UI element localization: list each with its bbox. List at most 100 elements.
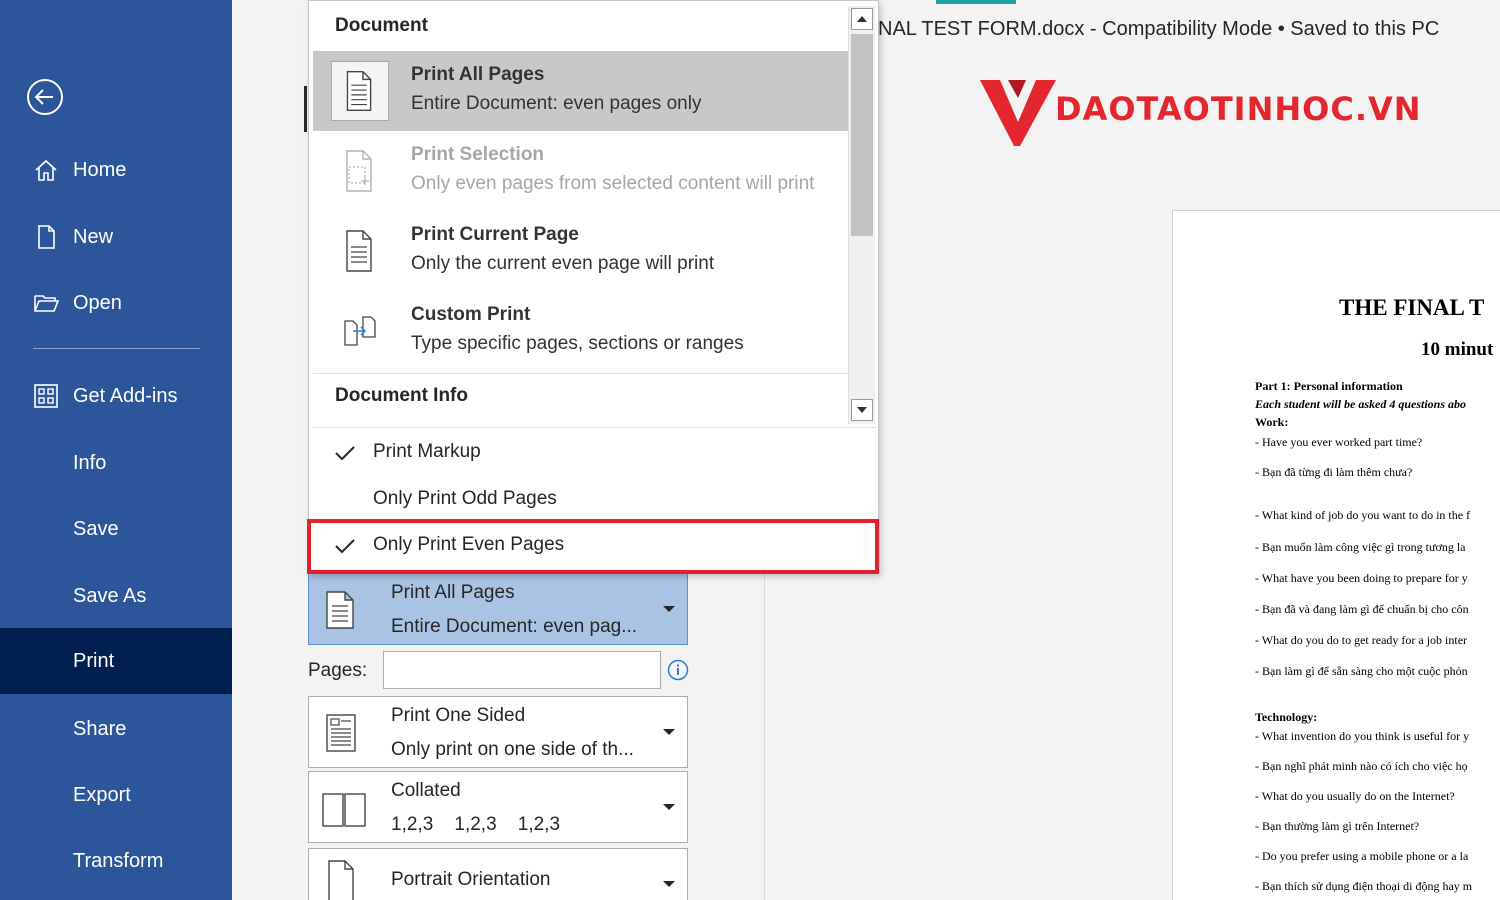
highlight-annotation-box (307, 519, 879, 574)
doc-line: - Bạn đã từng đi làm thêm chưa? (1255, 465, 1413, 479)
menu-item-print-current-page[interactable]: Print Current Page Only the current even… (313, 211, 848, 291)
backstage-sidebar: Home New Open Get Add-ins Info Save Save… (0, 0, 232, 900)
nav-save-as-label: Save As (73, 584, 147, 607)
menu-scrollbar[interactable] (848, 6, 875, 424)
doc-subtitle: 10 minut (1421, 339, 1494, 360)
title-accent-bar (936, 0, 1016, 4)
nav-get-add-ins-label: Get Add-ins (73, 384, 178, 407)
nav-home[interactable]: Home (0, 137, 232, 203)
menu-item-custom-print[interactable]: Custom Print Type specific pages, sectio… (313, 291, 848, 371)
chevron-down-icon (663, 606, 675, 612)
doc-line: Work: (1255, 415, 1289, 429)
nav-export-label: Export (73, 783, 131, 806)
print-pages-dropdown[interactable]: Print All Pages Entire Document: even pa… (308, 573, 688, 645)
menu-item-title: Print Current Page (411, 224, 579, 245)
nav-share[interactable]: Share (0, 696, 232, 762)
menu-header-document: Document (335, 15, 428, 36)
arrow-down-icon (857, 407, 867, 413)
window-title: NAL TEST FORM.docx - Compatibility Mode … (878, 18, 1440, 40)
chevron-down-icon (663, 729, 675, 735)
nav-info[interactable]: Info (0, 430, 232, 496)
nav-share-label: Share (73, 717, 127, 740)
scroll-down-button[interactable] (851, 399, 873, 421)
print-all-pages-icon (331, 61, 389, 121)
menu-item-title: Custom Print (411, 304, 531, 325)
nav-save-label: Save (73, 517, 119, 540)
menu-item-print-selection[interactable]: Print Selection Only even pages from sel… (313, 131, 848, 211)
menu-item-desc: Entire Document: even pages only (411, 93, 702, 114)
collate-title: Collated (391, 780, 461, 801)
checkmark-icon (335, 446, 355, 461)
nav-info-label: Info (73, 451, 107, 474)
menu-item-desc: Type specific pages, sections or ranges (411, 333, 744, 354)
arrow-up-icon (857, 16, 867, 22)
print-pages-desc: Entire Document: even pag... (391, 616, 638, 637)
custom-print-icon (344, 316, 376, 346)
print-selection-icon (346, 150, 372, 192)
nav-transform[interactable]: Transform (0, 828, 232, 894)
print-sides-title: Print One Sided (391, 705, 526, 726)
menu-item-print-markup[interactable]: Print Markup (313, 431, 876, 475)
chevron-down-icon (663, 804, 675, 810)
scroll-up-button[interactable] (851, 8, 873, 30)
doc-line: - Bạn thích sử dụng điện thoại di động h… (1255, 879, 1473, 893)
menu-item-title: Print Selection (411, 144, 545, 165)
nav-save-as[interactable]: Save As (0, 563, 232, 629)
check-item-label: Only Print Odd Pages (373, 488, 557, 509)
focus-indicator (304, 86, 307, 132)
nav-save[interactable]: Save (0, 496, 232, 562)
collated-icon (322, 793, 366, 827)
doc-line: Part 1: Personal information (1255, 379, 1403, 393)
menu-item-desc: Only even pages from selected content wi… (411, 173, 815, 194)
portrait-orientation-icon (328, 860, 354, 900)
nav-print[interactable]: Print (0, 628, 232, 694)
check-item-label: Print Markup (373, 441, 481, 462)
doc-line: - What invention do you think is useful … (1255, 729, 1470, 743)
orientation-title: Portrait Orientation (391, 869, 551, 890)
nav-new[interactable]: New (0, 204, 232, 270)
print-pages-title: Print All Pages (391, 582, 515, 603)
sidebar-divider (33, 348, 200, 349)
menu-item-only-print-odd-pages[interactable]: Only Print Odd Pages (313, 478, 876, 522)
back-arrow-icon[interactable] (26, 78, 64, 116)
print-all-pages-icon (326, 591, 354, 629)
menu-header-document-info: Document Info (335, 385, 468, 406)
scroll-thumb[interactable] (851, 34, 873, 236)
menu-divider (313, 427, 876, 428)
document-page-preview: THE FINAL T 10 minut Part 1: Personal in… (1172, 210, 1500, 900)
doc-line: Each student will be asked 4 questions a… (1255, 397, 1467, 411)
nav-transform-label: Transform (73, 849, 164, 872)
nav-new-label: New (73, 225, 114, 248)
print-sides-dropdown[interactable]: Print One Sided Only print on one side o… (308, 696, 688, 768)
nav-home-label: Home (73, 158, 127, 181)
nav-get-add-ins[interactable]: Get Add-ins (0, 363, 232, 429)
menu-item-desc: Only the current even page will print (411, 253, 715, 274)
menu-item-print-all-pages[interactable]: Print All Pages Entire Document: even pa… (313, 51, 848, 131)
orientation-dropdown[interactable]: Portrait Orientation (308, 848, 688, 900)
doc-line: - Bạn thường làm gì trên Internet? (1255, 819, 1420, 833)
open-folder-icon (34, 295, 60, 312)
doc-line: - Bạn làm gì để sẵn sàng cho một cuộc ph… (1255, 664, 1468, 678)
collate-desc: 1,2,3 1,2,3 1,2,3 (391, 814, 561, 835)
print-sides-desc: Only print on one side of th... (391, 739, 634, 760)
doc-line: - Do you prefer using a mobile phone or … (1255, 849, 1469, 863)
pages-input[interactable] (383, 651, 661, 689)
doc-line: - Bạn muốn làm công việc gì trong tương … (1255, 540, 1466, 554)
nav-export[interactable]: Export (0, 762, 232, 828)
nav-print-label: Print (73, 649, 115, 672)
doc-line: - What do you do to get ready for a job … (1255, 633, 1468, 647)
print-pages-menu: Document Print All Pages Entire Document… (308, 0, 879, 574)
collate-dropdown[interactable]: Collated 1,2,3 1,2,3 1,2,3 (308, 771, 688, 843)
doc-line: - What kind of job do you want to do in … (1255, 508, 1471, 522)
chevron-down-icon (663, 881, 675, 887)
one-sided-icon (326, 714, 356, 752)
doc-line: - Bạn nghĩ phát minh nào có ích cho việc… (1255, 759, 1468, 773)
menu-divider (313, 373, 848, 374)
info-icon[interactable] (667, 659, 689, 681)
new-document-icon (38, 225, 55, 249)
doc-title: THE FINAL T (1339, 295, 1485, 320)
print-current-page-icon (346, 230, 372, 272)
nav-open-label: Open (73, 291, 122, 314)
nav-open[interactable]: Open (0, 270, 232, 336)
doc-line: - What have you been doing to prepare fo… (1255, 571, 1468, 585)
